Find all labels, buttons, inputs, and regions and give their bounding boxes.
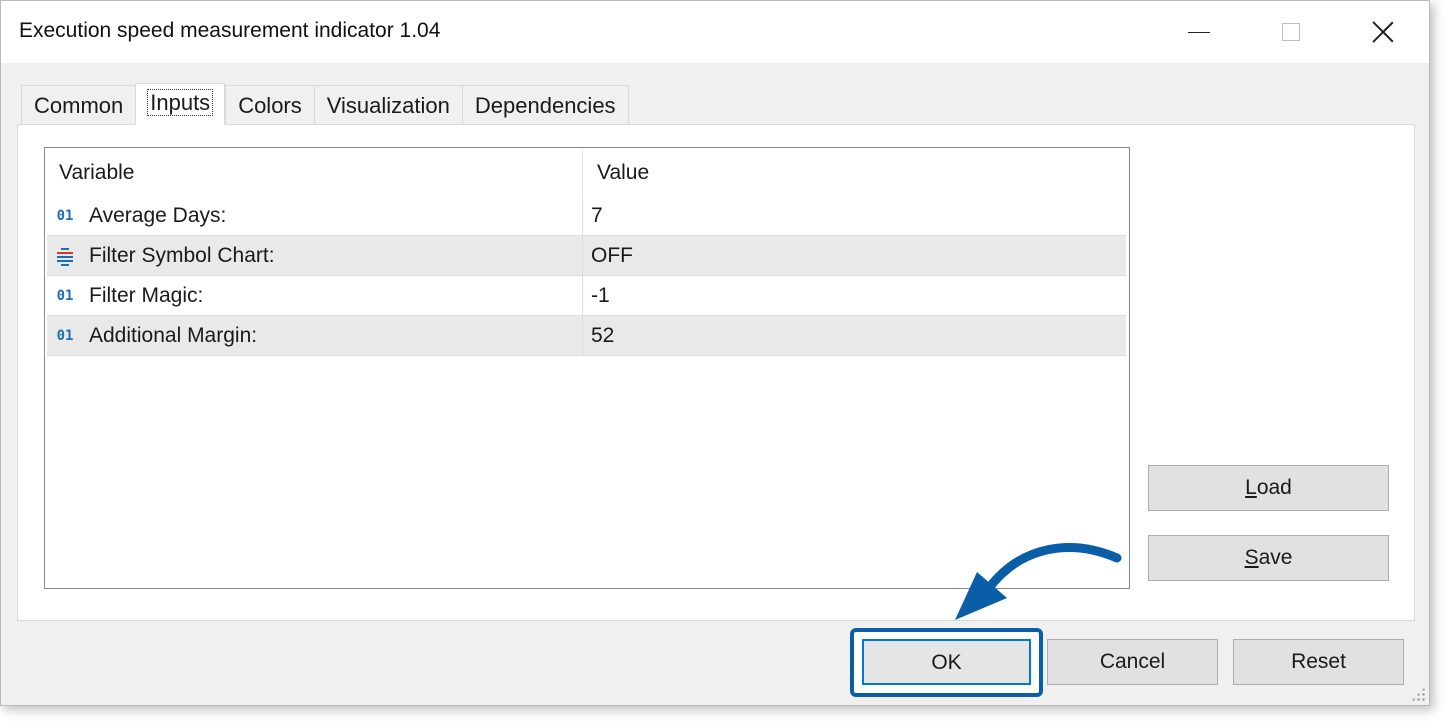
- variable-cell: 01 Additional Margin:: [47, 316, 583, 355]
- pointer-arrow-icon: [955, 543, 1122, 620]
- grid-rows: 01 Average Days: 7 Filter Symbol Chart: …: [47, 196, 1126, 356]
- minimize-button[interactable]: [1153, 1, 1245, 63]
- value-cell[interactable]: 52: [583, 316, 1126, 355]
- maximize-button[interactable]: [1245, 1, 1337, 63]
- reset-button[interactable]: Reset: [1233, 639, 1404, 685]
- table-row[interactable]: 01 Additional Margin: 52: [47, 316, 1126, 356]
- column-header-variable[interactable]: Variable: [45, 148, 583, 195]
- tab-dependencies[interactable]: Dependencies: [461, 85, 629, 125]
- tab-visualization[interactable]: Visualization: [313, 85, 462, 125]
- load-mnemonic: L: [1245, 476, 1257, 499]
- variable-cell: 01 Filter Magic:: [47, 276, 583, 315]
- load-button[interactable]: Load: [1148, 465, 1389, 511]
- variable-name: Additional Margin:: [89, 323, 258, 347]
- variable-name: Filter Magic:: [89, 283, 204, 307]
- variable-name: Filter Symbol Chart:: [89, 243, 275, 267]
- variable-cell: Filter Symbol Chart:: [47, 236, 583, 275]
- value-cell[interactable]: -1: [583, 276, 1126, 315]
- maximize-icon: [1282, 23, 1300, 41]
- close-button[interactable]: [1337, 1, 1429, 63]
- table-row[interactable]: 01 Average Days: 7: [47, 196, 1126, 236]
- variable-cell: 01 Average Days:: [47, 196, 583, 235]
- inputs-grid: Variable Value 01 Average Days: 7 Filter…: [44, 147, 1130, 589]
- minimize-icon: [1188, 31, 1210, 33]
- dialog-window: Execution speed measurement indicator 1.…: [0, 0, 1430, 706]
- cancel-button[interactable]: Cancel: [1047, 639, 1218, 685]
- resize-grip[interactable]: [1411, 687, 1425, 701]
- int-icon: 01: [56, 287, 74, 304]
- grid-header: Variable Value: [45, 148, 1126, 195]
- tab-common[interactable]: Common: [21, 85, 136, 125]
- value-cell[interactable]: 7: [583, 196, 1126, 235]
- load-label: oad: [1256, 476, 1292, 499]
- tab-inputs[interactable]: Inputs: [135, 83, 226, 125]
- int-icon: 01: [56, 207, 74, 224]
- value-cell[interactable]: OFF: [583, 236, 1126, 275]
- tab-inputs-label: Inputs: [147, 89, 214, 116]
- save-mnemonic: S: [1244, 546, 1259, 569]
- table-row[interactable]: Filter Symbol Chart: OFF: [47, 236, 1126, 276]
- int-icon: 01: [56, 327, 74, 344]
- tab-colors[interactable]: Colors: [225, 85, 314, 125]
- title-bar: Execution speed measurement indicator 1.…: [1, 1, 1429, 63]
- window-title: Execution speed measurement indicator 1.…: [19, 19, 441, 42]
- tab-bar: Common Inputs Colors Visualization Depen…: [21, 83, 629, 125]
- variable-name: Average Days:: [89, 203, 227, 227]
- column-header-value[interactable]: Value: [583, 148, 1126, 195]
- inputs-panel: Variable Value 01 Average Days: 7 Filter…: [17, 124, 1415, 621]
- save-button[interactable]: Save: [1148, 535, 1389, 581]
- ok-button[interactable]: OK: [862, 639, 1031, 685]
- table-row[interactable]: 01 Filter Magic: -1: [47, 276, 1126, 316]
- save-label: ave: [1258, 546, 1293, 569]
- close-icon: [1372, 21, 1394, 43]
- enum-icon: [53, 246, 77, 266]
